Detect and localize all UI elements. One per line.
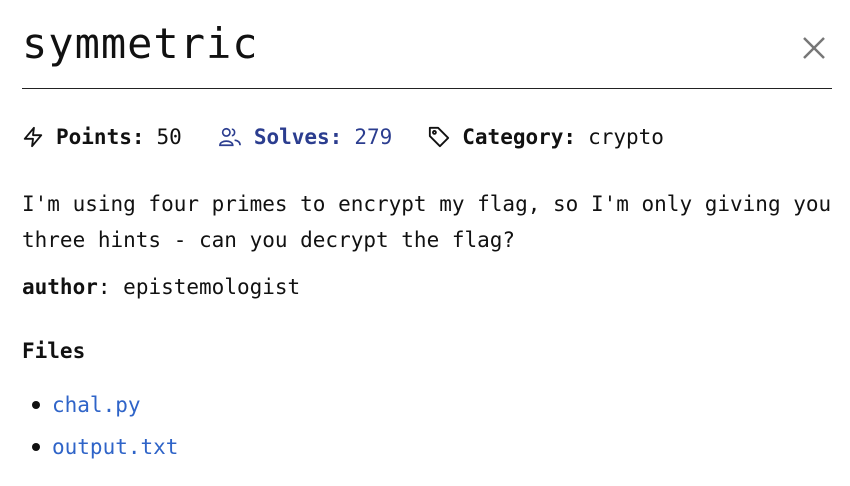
category-info: Category: crypto	[428, 122, 664, 152]
challenge-title: symmetric	[22, 19, 259, 68]
bullet	[32, 401, 40, 409]
author-value: epistemologist	[123, 275, 301, 299]
points-label: Points:	[56, 125, 145, 149]
file-link-output-txt[interactable]: output.txt	[52, 435, 178, 459]
author-separator: :	[97, 275, 111, 299]
bullet	[32, 443, 40, 451]
author-label: author	[22, 275, 98, 299]
author-line: author: epistemologist	[22, 270, 300, 304]
lightning-icon	[23, 126, 43, 148]
category-value: crypto	[588, 125, 664, 149]
challenge-meta: Points: 50 Solves: 279 Category: crypto	[22, 122, 664, 152]
solves-label: Solves:	[253, 125, 343, 149]
category-label: Category:	[462, 125, 577, 149]
tag-icon	[429, 126, 450, 148]
challenge-modal: symmetric Points: 50 Solves: 279 Categor…	[22, 0, 832, 459]
points-info: Points: 50	[22, 122, 182, 152]
points-value: 50	[156, 125, 182, 149]
solves-value: 279	[354, 125, 393, 149]
file-link-chal-py[interactable]: chal.py	[52, 393, 141, 417]
modal-header: symmetric	[22, 0, 832, 89]
files-heading: Files	[22, 339, 86, 363]
files-list: chal.py output.txt	[22, 384, 178, 468]
users-icon	[218, 127, 241, 147]
close-icon	[803, 37, 825, 59]
close-button[interactable]	[802, 36, 826, 60]
solves-info[interactable]: Solves: 279	[218, 122, 392, 152]
challenge-description: I'm using four primes to encrypt my flag…	[22, 192, 832, 252]
list-item: chal.py	[22, 384, 178, 426]
list-item: output.txt	[22, 426, 178, 468]
